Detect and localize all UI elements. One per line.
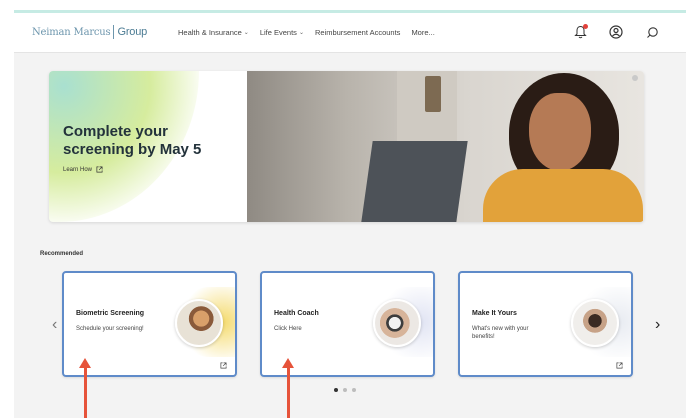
- hero-banner[interactable]: Complete your screening by May 5 Learn H…: [49, 71, 644, 222]
- card-subtitle: Click Here: [274, 326, 302, 332]
- carousel-pagination: [334, 388, 356, 392]
- photo-laptop: [361, 141, 468, 222]
- recommended-heading: Recommended: [40, 251, 84, 257]
- nav-item-health-insurance[interactable]: Health & Insurance ⌄: [178, 28, 249, 37]
- carousel-next-button[interactable]: ›: [655, 316, 660, 334]
- photo-corner-dot: [632, 75, 638, 81]
- card-title: Biometric Screening: [76, 310, 145, 317]
- user-icon[interactable]: [608, 24, 624, 40]
- carousel-dot[interactable]: [343, 388, 347, 392]
- card-image: [175, 299, 223, 347]
- photo-person-face: [529, 93, 591, 171]
- logo-group: Group: [117, 26, 148, 38]
- learn-how-label: Learn How: [63, 166, 93, 173]
- external-link-icon: [220, 362, 227, 369]
- card-make-it-yours[interactable]: Make It Yours What's new with your benef…: [458, 271, 633, 377]
- nav-item-label: Reimbursement Accounts: [314, 28, 401, 37]
- carousel-dot[interactable]: [352, 388, 356, 392]
- company-logo[interactable]: Neiman Marcus Group: [32, 25, 147, 39]
- annotation-arrow: [287, 365, 290, 418]
- search-icon[interactable]: [644, 24, 660, 40]
- nav-item-more[interactable]: More...: [411, 28, 434, 37]
- main-nav: Health & Insurance ⌄ Life Events ⌄ Reimb…: [178, 28, 435, 37]
- carousel-dot[interactable]: [334, 388, 338, 392]
- external-link-icon: [616, 362, 623, 369]
- top-header: Neiman Marcus Group Health & Insurance ⌄…: [14, 13, 686, 53]
- logo-brand: Neiman Marcus: [32, 26, 111, 38]
- learn-how-link[interactable]: Learn How: [63, 166, 103, 173]
- card-title: Health Coach: [274, 310, 319, 317]
- nav-item-label: Health & Insurance: [178, 28, 242, 37]
- card-image: [571, 299, 619, 347]
- header-actions: [572, 24, 660, 40]
- card-subtitle: Schedule your screening!: [76, 326, 144, 332]
- photo-plant: [425, 76, 441, 112]
- external-link-icon: [96, 166, 103, 173]
- nav-item-label: Life Events: [259, 28, 297, 37]
- nav-item-life-events[interactable]: Life Events ⌄: [260, 28, 304, 37]
- carousel-prev-button[interactable]: ‹: [52, 316, 57, 334]
- chevron-down-icon: ⌄: [298, 30, 304, 36]
- notification-dot: [583, 24, 588, 29]
- nav-item-reimbursement-accounts[interactable]: Reimbursement Accounts: [315, 28, 400, 37]
- card-image: [373, 299, 421, 347]
- annotation-arrow: [84, 365, 87, 418]
- app-frame: Neiman Marcus Group Health & Insurance ⌄…: [14, 10, 686, 418]
- hero-title: Complete your screening by May 5: [63, 123, 202, 158]
- logo-divider: [113, 25, 115, 39]
- hero-photo: [247, 71, 644, 222]
- nav-item-label: More...: [411, 28, 435, 37]
- chevron-down-icon: ⌄: [243, 30, 249, 36]
- card-title: Make It Yours: [472, 310, 517, 317]
- photo-person-body: [483, 169, 643, 222]
- bell-icon[interactable]: [572, 24, 588, 40]
- card-subtitle: What's new with your benefits!: [472, 326, 529, 340]
